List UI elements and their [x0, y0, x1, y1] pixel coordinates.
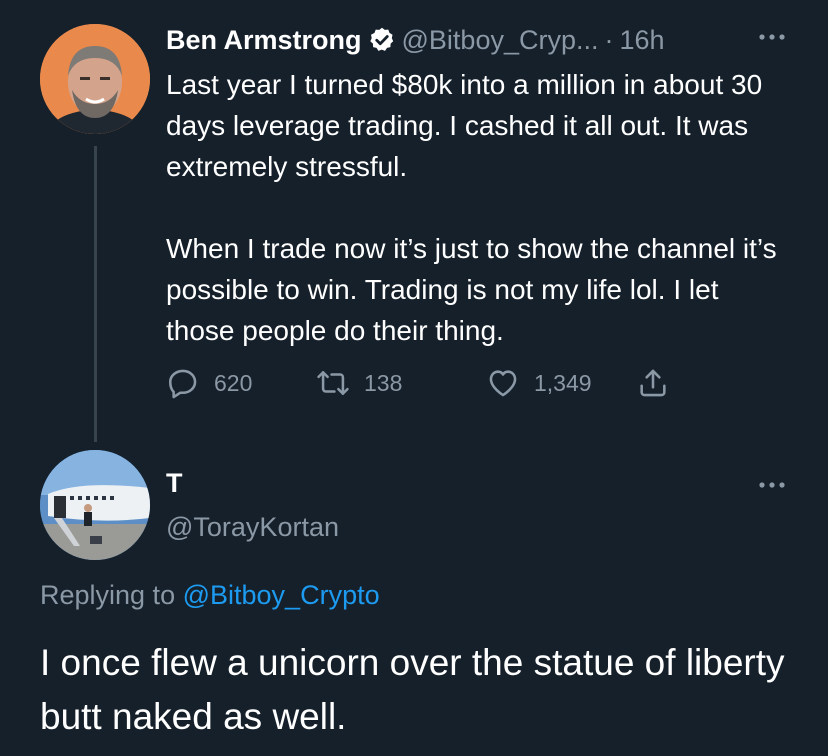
tweet-paragraph: When I trade now it’s just to show the c… [166, 233, 777, 346]
more-icon[interactable] [752, 470, 792, 500]
thread-connector-line [94, 146, 97, 442]
more-icon[interactable] [752, 22, 792, 52]
like-icon [489, 370, 517, 397]
share-icon [640, 369, 666, 397]
tweet-paragraph: Last year I turned $80k into a million i… [166, 69, 763, 182]
header-separator: · [604, 24, 614, 55]
tweet-actions: 620 138 1,349 [166, 362, 684, 404]
reply-icon [168, 369, 197, 399]
original-tweet[interactable]: Ben Armstrong @Bitboy_Cryp... · 16h Last… [0, 0, 828, 450]
replying-to-link[interactable]: @Bitboy_Crypto [183, 580, 380, 610]
reply-count: 620 [214, 369, 253, 396]
tweet-time[interactable]: 16h [620, 25, 665, 56]
tweet-header: Ben Armstrong @Bitboy_Cryp... · 16h [166, 20, 806, 60]
reply-tweet[interactable]: T @TorayKortan Replying to @Bitboy_Crypt… [0, 450, 828, 756]
retweet-count: 138 [364, 369, 403, 396]
avatar-toray-kortan[interactable] [40, 450, 150, 560]
reply-author-name[interactable]: T [166, 468, 183, 499]
reply-author-handle[interactable]: @TorayKortan [166, 512, 339, 543]
share-button[interactable] [636, 366, 684, 400]
retweet-button[interactable]: 138 [316, 366, 486, 400]
verified-badge-icon [368, 26, 396, 54]
tweet-text: Last year I turned $80k into a million i… [166, 64, 786, 351]
reply-button[interactable]: 620 [166, 366, 316, 400]
like-button[interactable]: 1,349 [486, 366, 636, 400]
replying-to-line: Replying to @Bitboy_Crypto [40, 580, 380, 611]
author-name[interactable]: Ben Armstrong [166, 25, 362, 56]
avatar-photo [40, 24, 150, 134]
avatar-ben-armstrong[interactable] [40, 24, 150, 134]
replying-to-prefix: Replying to [40, 580, 176, 610]
retweet-icon [317, 371, 349, 395]
like-count: 1,349 [534, 369, 592, 396]
author-handle[interactable]: @Bitboy_Cryp... [402, 25, 599, 56]
reply-text: I once flew a unicorn over the statue of… [40, 642, 785, 737]
avatar-photo [40, 450, 150, 560]
